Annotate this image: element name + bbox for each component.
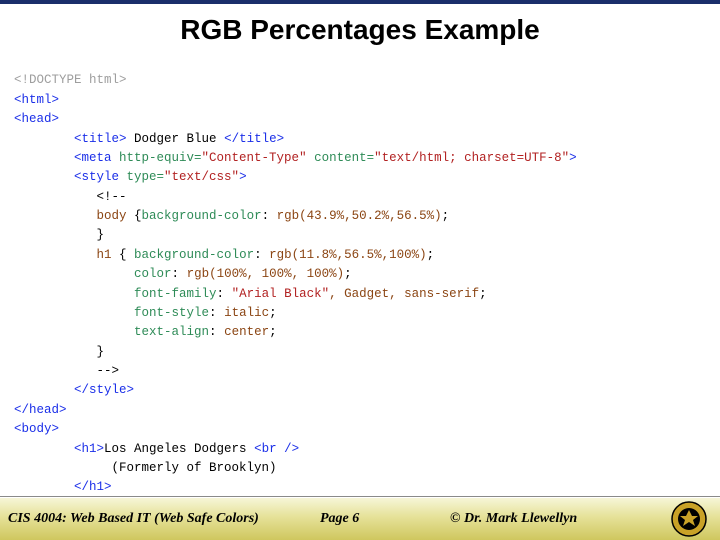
code-token: rgb(100%, 100%, 100%) <box>187 267 345 281</box>
code-token: "text/html; charset=UTF-8" <box>374 151 569 165</box>
code-token: : <box>209 325 224 339</box>
code-token: --> <box>97 364 120 378</box>
code-example: <!DOCTYPE html> <html> <head> <title> Do… <box>0 52 720 536</box>
code-token: type= <box>119 170 164 184</box>
code-token: <head> <box>14 112 59 126</box>
footer-author: © Dr. Mark Llewellyn <box>450 511 630 527</box>
code-token: font-family <box>134 287 217 301</box>
code-token: { <box>134 209 142 223</box>
footer-course: CIS 4004: Web Based IT (Web Safe Colors) <box>0 511 320 527</box>
code-token: ; <box>479 287 487 301</box>
code-token: <!-- <box>97 190 127 204</box>
code-token: content= <box>307 151 375 165</box>
code-token: (Formerly of Brooklyn) <box>112 461 277 475</box>
code-token: ; <box>344 267 352 281</box>
slide-title: RGB Percentages Example <box>0 4 720 52</box>
code-token: } <box>97 228 105 242</box>
code-token: } <box>97 345 105 359</box>
code-token: background-color <box>134 248 254 262</box>
code-token: : <box>209 306 224 320</box>
code-token: : <box>172 267 187 281</box>
code-token: <style <box>74 170 119 184</box>
code-token: http-equiv= <box>112 151 202 165</box>
code-token: Los Angeles Dodgers <box>104 442 254 456</box>
code-token: sans-serif <box>404 287 479 301</box>
code-token: ; <box>269 306 277 320</box>
code-token: color <box>134 267 172 281</box>
code-token: font-style <box>134 306 209 320</box>
code-token: text-align <box>134 325 209 339</box>
code-token: <h1> <box>74 442 104 456</box>
code-token: , Gadget, <box>329 287 404 301</box>
code-token: <br /> <box>254 442 299 456</box>
footer-page: Page 6 <box>320 511 450 527</box>
code-token: center <box>224 325 269 339</box>
code-token: > <box>239 170 247 184</box>
code-token: rgb(43.9%,50.2%,56.5%) <box>277 209 442 223</box>
code-token: <body> <box>14 422 59 436</box>
code-token: ; <box>427 248 435 262</box>
code-token: "Content-Type" <box>202 151 307 165</box>
code-token: </head> <box>14 403 67 417</box>
slide-footer: CIS 4004: Web Based IT (Web Safe Colors)… <box>0 496 720 540</box>
code-token: > <box>569 151 577 165</box>
code-token: </h1> <box>74 480 112 494</box>
code-token: italic <box>224 306 269 320</box>
code-token: <title> <box>74 132 127 146</box>
code-token: background-color <box>142 209 262 223</box>
code-token: <html> <box>14 93 59 107</box>
code-token: "Arial Black" <box>232 287 330 301</box>
ucf-logo-icon <box>664 499 714 539</box>
code-token: ; <box>269 325 277 339</box>
code-token: <meta <box>74 151 112 165</box>
code-token: : <box>262 209 277 223</box>
code-token: </title> <box>224 132 284 146</box>
code-token: </style> <box>74 383 134 397</box>
code-token: rgb(11.8%,56.5%,100%) <box>269 248 427 262</box>
code-token: body <box>97 209 135 223</box>
code-token: Dodger Blue <box>127 132 225 146</box>
code-token: <!DOCTYPE html> <box>14 73 127 87</box>
code-token: : <box>254 248 269 262</box>
code-token: h1 <box>97 248 120 262</box>
code-token: "text/css" <box>164 170 239 184</box>
code-token: ; <box>442 209 450 223</box>
code-token: : <box>217 287 232 301</box>
code-token: { <box>119 248 134 262</box>
